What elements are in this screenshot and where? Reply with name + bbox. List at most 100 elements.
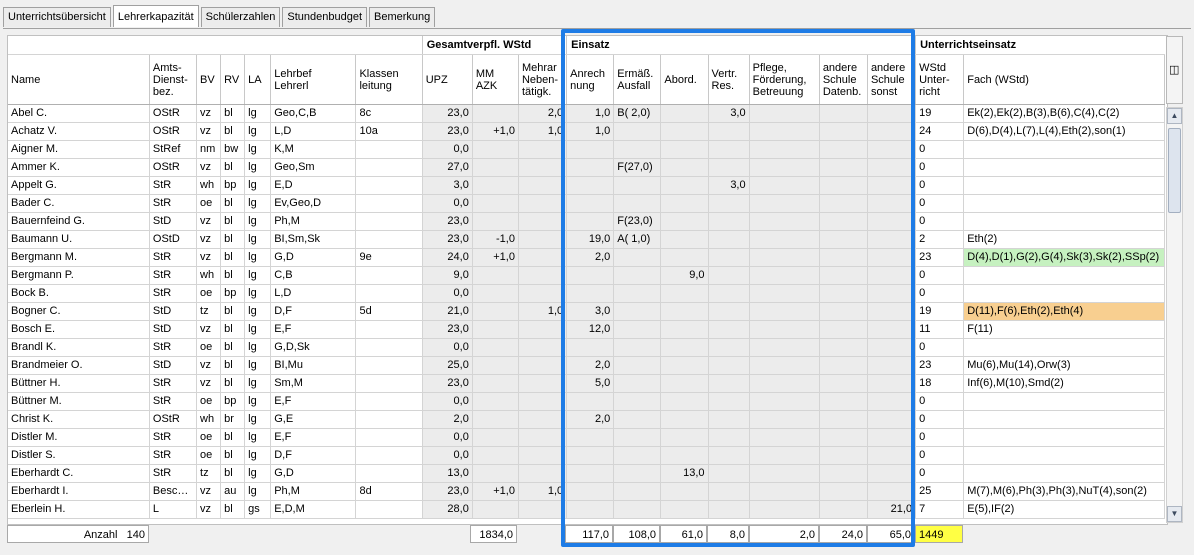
cell-12[interactable] — [660, 302, 709, 321]
cell-9[interactable] — [518, 248, 568, 267]
cell-0[interactable]: Bergmann P. — [8, 266, 150, 285]
cell-4[interactable]: lg — [244, 302, 272, 321]
cell-5[interactable]: G,D — [270, 464, 357, 483]
cell-16[interactable] — [867, 284, 917, 303]
cell-12[interactable]: 9,0 — [660, 266, 709, 285]
table-row[interactable]: Abel C. OStR vz bl lg Geo,C,B 8c 23,0 2,0 1,0 B( 2… — [8, 104, 1165, 123]
cell-10[interactable] — [566, 482, 615, 501]
cell-12[interactable] — [660, 176, 709, 195]
cell-7[interactable]: 0,0 — [422, 140, 473, 159]
cell-8[interactable] — [472, 410, 519, 429]
cell-10[interactable] — [566, 176, 615, 195]
cell-14[interactable] — [749, 464, 820, 483]
cell-11[interactable] — [613, 284, 662, 303]
cell-8[interactable] — [472, 176, 519, 195]
table-row[interactable]: Bock B. StR oe bp lg L,D 0,0 0 — [8, 284, 1165, 303]
cell-14[interactable] — [749, 104, 820, 123]
cell-15[interactable] — [819, 230, 868, 249]
cell-18[interactable]: D(6),D(4),L(7),L(4),Eth(2),son(1) — [963, 122, 1165, 141]
table-row[interactable]: Distler M. StR oe bl lg E,F 0,0 0 — [8, 428, 1165, 447]
cell-11[interactable]: A( 1,0) — [613, 230, 662, 249]
cell-18[interactable] — [963, 266, 1165, 285]
cell-0[interactable]: Bader C. — [8, 194, 150, 213]
column-header-1[interactable]: Amts- Dienst-bez. — [149, 54, 198, 105]
cell-9[interactable] — [518, 212, 568, 231]
cell-7[interactable]: 0,0 — [422, 284, 473, 303]
cell-5[interactable]: L,D — [270, 122, 357, 141]
cell-8[interactable] — [472, 338, 519, 357]
cell-0[interactable]: Brandl K. — [8, 338, 150, 357]
cell-0[interactable]: Bauernfeind G. — [8, 212, 150, 231]
cell-4[interactable]: lg — [244, 230, 272, 249]
cell-18[interactable] — [963, 194, 1165, 213]
cell-2[interactable]: vz — [196, 212, 222, 231]
cell-10[interactable] — [566, 158, 615, 177]
cell-10[interactable] — [566, 140, 615, 159]
column-header-15[interactable]: andere Schule Datenb. — [819, 54, 868, 105]
cell-1[interactable]: OStR — [149, 158, 198, 177]
cell-2[interactable]: oe — [196, 284, 222, 303]
column-header-9[interactable]: Mehrar Neben-tätigk. — [518, 54, 568, 105]
cell-3[interactable]: bl — [220, 266, 246, 285]
cell-1[interactable]: StR — [149, 446, 198, 465]
cell-14[interactable] — [749, 248, 820, 267]
cell-14[interactable] — [749, 140, 820, 159]
cell-16[interactable] — [867, 230, 917, 249]
cell-11[interactable] — [613, 176, 662, 195]
cell-12[interactable] — [660, 320, 709, 339]
cell-14[interactable] — [749, 284, 820, 303]
cell-11[interactable] — [613, 392, 662, 411]
cell-11[interactable] — [613, 302, 662, 321]
cell-9[interactable]: 1,0 — [518, 482, 568, 501]
cell-16[interactable] — [867, 122, 917, 141]
cell-17[interactable]: 0 — [915, 176, 965, 195]
cell-7[interactable]: 23,0 — [422, 104, 473, 123]
cell-14[interactable] — [749, 428, 820, 447]
cell-0[interactable]: Distler S. — [8, 446, 150, 465]
cell-4[interactable]: lg — [244, 266, 272, 285]
cell-15[interactable] — [819, 428, 868, 447]
table-row[interactable]: Distler S. StR oe bl lg D,F 0,0 0 — [8, 446, 1165, 465]
cell-10[interactable] — [566, 428, 615, 447]
cell-13[interactable] — [708, 140, 750, 159]
table-row[interactable]: Baumann U. OStD vz bl lg BI,Sm,Sk 23,0 -1,0 19,0… — [8, 230, 1165, 249]
cell-9[interactable] — [518, 284, 568, 303]
cell-18[interactable] — [963, 140, 1165, 159]
cell-9[interactable] — [518, 356, 568, 375]
cell-6[interactable] — [355, 464, 423, 483]
cell-6[interactable]: 8d — [355, 482, 423, 501]
cell-9[interactable] — [518, 464, 568, 483]
table-row[interactable]: Brandmeier O. StD vz bl lg BI,Mu 25,0 2,0 23 Mu(6… — [8, 356, 1165, 375]
cell-18[interactable] — [963, 212, 1165, 231]
cell-3[interactable]: bl — [220, 104, 246, 123]
cell-1[interactable]: StR — [149, 338, 198, 357]
cell-1[interactable]: StD — [149, 320, 198, 339]
cell-18[interactable]: Mu(6),Mu(14),Orw(3) — [963, 356, 1165, 375]
cell-2[interactable]: wh — [196, 266, 222, 285]
cell-12[interactable] — [660, 230, 709, 249]
cell-14[interactable] — [749, 500, 820, 519]
cell-0[interactable]: Abel C. — [8, 104, 150, 123]
cell-2[interactable]: vz — [196, 374, 222, 393]
cell-9[interactable] — [518, 392, 568, 411]
cell-15[interactable] — [819, 464, 868, 483]
cell-6[interactable] — [355, 500, 423, 519]
cell-14[interactable] — [749, 320, 820, 339]
column-header-12[interactable]: Abord. — [660, 54, 709, 105]
cell-1[interactable]: StD — [149, 302, 198, 321]
cell-16[interactable]: 21,0 — [867, 500, 917, 519]
cell-7[interactable]: 23,0 — [422, 230, 473, 249]
cell-7[interactable]: 28,0 — [422, 500, 473, 519]
cell-5[interactable]: Ev,Geo,D — [270, 194, 357, 213]
column-header-17[interactable]: WStd Unter-richt — [915, 54, 965, 105]
cell-4[interactable]: gs — [244, 500, 272, 519]
cell-5[interactable]: Geo,C,B — [270, 104, 357, 123]
cell-2[interactable]: oe — [196, 338, 222, 357]
cell-4[interactable]: lg — [244, 338, 272, 357]
cell-0[interactable]: Eberhardt C. — [8, 464, 150, 483]
cell-17[interactable]: 0 — [915, 212, 965, 231]
cell-12[interactable] — [660, 338, 709, 357]
cell-9[interactable] — [518, 140, 568, 159]
cell-0[interactable]: Bogner C. — [8, 302, 150, 321]
scrollbar-thumb[interactable] — [1168, 128, 1181, 213]
